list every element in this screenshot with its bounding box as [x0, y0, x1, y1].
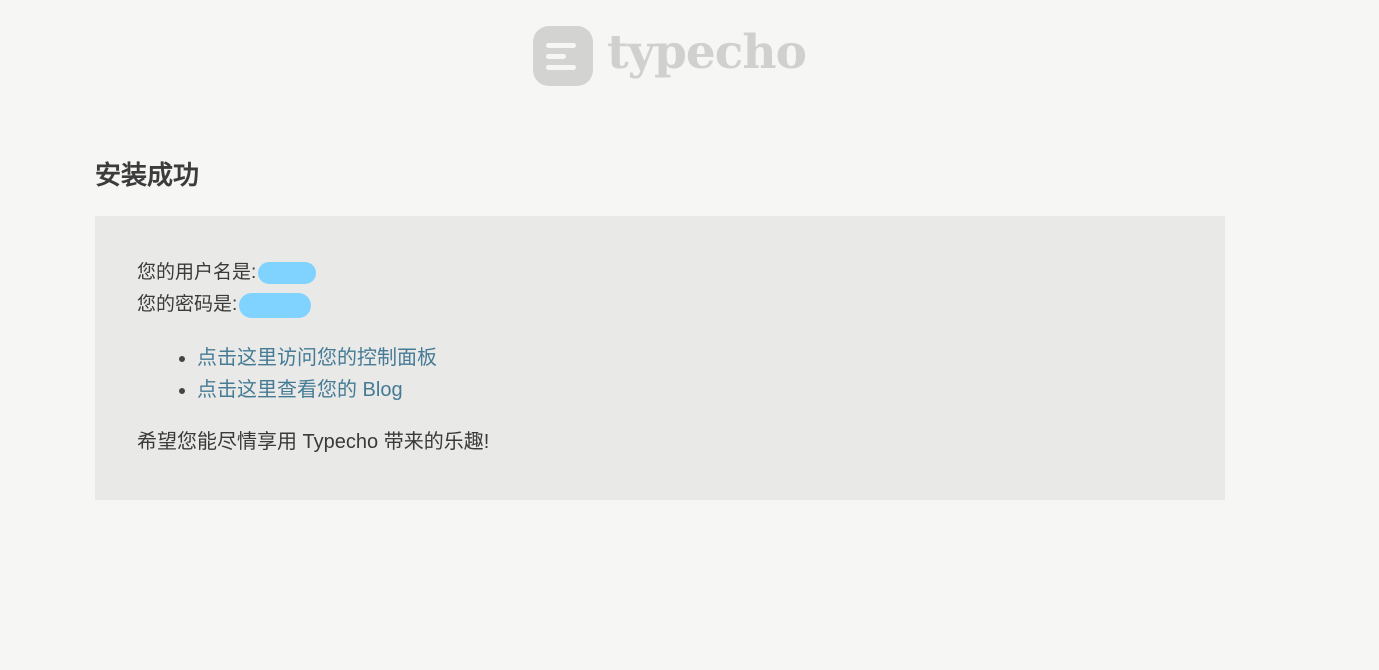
closing-message: 希望您能尽情享用 Typecho 带来的乐趣!	[137, 431, 490, 453]
install-result-panel: 您的用户名是: 您的密码是: 点击这里访问您的控制面板 点击这里查看您的 Blo…	[95, 216, 1225, 500]
list-item: 点击这里访问您的控制面板	[197, 342, 437, 374]
typecho-logo-icon	[533, 26, 593, 86]
view-blog-link[interactable]: 点击这里查看您的 Blog	[197, 379, 403, 401]
control-panel-link[interactable]: 点击这里访问您的控制面板	[197, 347, 437, 369]
password-line: 您的密码是:	[137, 292, 312, 318]
password-redaction	[239, 292, 312, 318]
logo-wordmark: typecho	[607, 25, 807, 80]
next-step-links: 点击这里访问您的控制面板 点击这里查看您的 Blog	[155, 342, 437, 406]
username-redaction	[258, 262, 317, 284]
password-label: 您的密码是:	[137, 294, 238, 315]
list-item: 点击这里查看您的 Blog	[197, 374, 437, 406]
page-title: 安装成功	[95, 160, 200, 190]
typecho-logo: typecho	[533, 25, 807, 86]
username-label: 您的用户名是:	[137, 262, 257, 283]
username-line: 您的用户名是:	[137, 260, 317, 286]
